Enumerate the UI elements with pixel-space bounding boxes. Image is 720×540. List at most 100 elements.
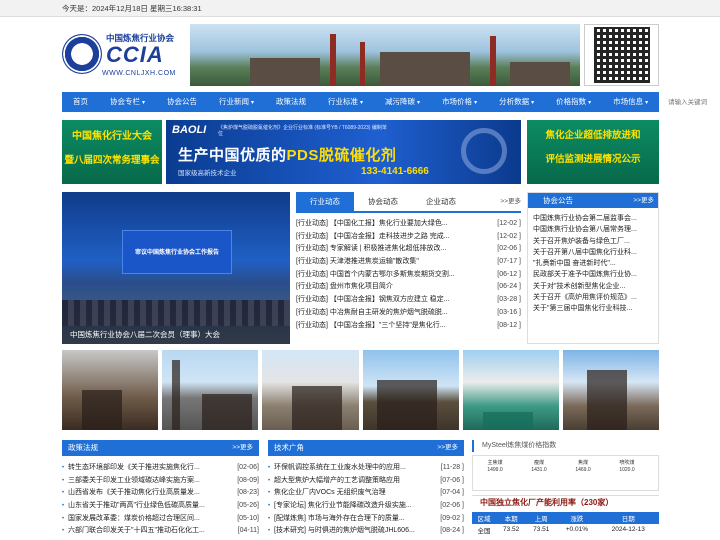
nav-item-association[interactable]: 协会专栏 ▾ [99, 92, 156, 112]
list-item[interactable]: • 山东省关于推动"两高"行业绿色低碳高质量... [05-26] [62, 500, 259, 513]
nav-item-policy[interactable]: 政策法规 [265, 92, 317, 112]
section-title: 政策法规 >>更多 [62, 440, 259, 456]
price-cell: 焦煤 1469.0 [575, 460, 591, 473]
list-item[interactable]: [行业动态] 【中国冶金报】"三个坚持"是焦化行... [08-12 ] [296, 320, 521, 333]
nav-item-notices[interactable]: 协会公告 [156, 92, 208, 112]
ad-subtitle: 《焦炉煤气脱硫脱氰催化剂》企业行业标准 (标准号YB / T6089-2023)… [218, 125, 387, 137]
list-item[interactable]: 中国炼焦行业协会第八届常务理... [533, 224, 653, 235]
plant-photo[interactable] [362, 350, 459, 430]
list-item[interactable]: 民政部关于准予中国炼焦行业协... [533, 269, 653, 280]
list-item[interactable]: • 超大型焦炉大幅增产的工艺调整策略应用 [07-06 ] [268, 475, 464, 488]
banner-right-line1: 焦化企业超低排放进和 [545, 130, 641, 141]
policy-more-link[interactable]: >>更多 [232, 440, 253, 456]
notice-list: 中国炼焦行业协会第二届监事会... 中国炼焦行业协会第八届常务理... 关于召开… [528, 208, 658, 315]
plant-photo[interactable] [62, 350, 159, 430]
list-item[interactable]: • 焦化企业厂内VOCs 无组织废气治理 [07-04 ] [268, 487, 464, 500]
list-item[interactable]: • [配煤炼焦] 市场与海外存在合理下的质量... [09-02 ] [268, 513, 464, 526]
plant-photo[interactable] [562, 350, 660, 430]
chevron-down-icon: ▾ [474, 100, 478, 106]
list-item[interactable]: • 国家发展改革委：煤炭价格超过合理区间... [05-10] [62, 513, 259, 526]
nav-item-price-index[interactable]: 价格指数 ▾ [545, 92, 602, 112]
news-more-link[interactable]: >>更多 [500, 192, 521, 211]
header-industrial-photo [190, 24, 580, 86]
chevron-down-icon: ▾ [360, 100, 364, 106]
list-item[interactable]: [行业动态] 天津港推进焦炭运输"散改集" [07-17 ] [296, 256, 521, 269]
hero-slideshow[interactable]: 审议中国炼焦行业协会工作报告 中国炼焦行业协会八届二次会员（理事）大会 [62, 192, 290, 344]
plant-photo[interactable] [262, 350, 359, 430]
list-item[interactable]: • 转生态环境部印发《关于推进实施焦化行... [02-06] [62, 462, 259, 475]
price-panel: MySteel炼焦煤价格指数 主焦煤 1499.0 瘦煤 1431.0 焦煤 1469… [472, 440, 659, 540]
list-item[interactable]: 关于召开第八届中国焦化行业科... [533, 247, 653, 258]
list-item[interactable]: [行业动态] 【中国化工报】焦化行业要加大绿色... [12-02 ] [296, 218, 521, 231]
table-header: 日期 [597, 512, 659, 524]
association-notice-panel: 协会公告 >>更多 中国炼焦行业协会第二届监事会... 中国炼焦行业协会第八届常… [527, 192, 659, 344]
section-title: 协会公告 >>更多 [528, 193, 658, 208]
chevron-down-icon: ▾ [142, 100, 146, 106]
list-item[interactable]: [行业动态] 【中国冶金报】钢焦双方应建立 稳定... [03-28 ] [296, 294, 521, 307]
news-list: [行业动态] 【中国化工报】焦化行业要加大绿色... [12-02 ] [行业动态… [296, 213, 521, 332]
hero-caption[interactable]: 中国炼焦行业协会八届二次会员（理事）大会 [62, 326, 290, 344]
list-item[interactable]: • [技术研究] 与时俱进的焦炉烟气脱硫JHL606... [08-24 ] [268, 525, 464, 538]
list-item[interactable]: 关于对"技术创新型焦化企业... [533, 281, 653, 292]
list-item[interactable]: • 六部门联合印发关于"十四五"推动石化化工... [04-11] [62, 525, 259, 538]
news-tabs-panel: 行业动态 协会动态 企业动态 >>更多 [行业动态] 【中国化工报】焦化行业要加… [296, 192, 521, 344]
ad-brand: BAOLI [172, 124, 207, 136]
table-row: 全国 73.52 73.51 +0.01% 2024-12-13 [477, 526, 645, 535]
price-cell: 喷吹煤 1020.0 [619, 460, 635, 473]
tab-company-news[interactable]: 企业动态 [412, 192, 470, 211]
list-item[interactable]: [行业动态] 盘州市焦化项目简介 [06-24 ] [296, 281, 521, 294]
list-item[interactable]: [行业动态] 中冶焦耐自主研发的焦炉烟气脱硫脱... [03-16 ] [296, 307, 521, 320]
tab-industry-news[interactable]: 行业动态 [296, 192, 354, 211]
hero-audience [62, 300, 290, 326]
hero-stage-screen: 审议中国炼焦行业协会工作报告 [122, 230, 232, 274]
price-widget-title: MySteel炼焦煤价格指数 [472, 440, 659, 452]
nav-item-industry-news[interactable]: 行业新闻 ▾ [208, 92, 265, 112]
tab-association-news[interactable]: 协会动态 [354, 192, 412, 211]
price-cell: 主焦煤 1499.0 [487, 460, 503, 473]
site-logo[interactable]: 中国炼焦行业协会 CCIA WWW.CNLJXH.COM [62, 30, 186, 82]
list-item[interactable]: 关于召开焦炉装备与绿色工厂... [533, 236, 653, 247]
list-item[interactable]: • [专家论坛] 焦化行业节能降碳改造升级实施... [02-06 ] [268, 500, 464, 513]
notice-more-link[interactable]: >>更多 [633, 193, 654, 208]
utilization-table: 区域 本期 上周 涨跌 日期 全国 73.52 73.51 +0.01% 202… [472, 512, 659, 535]
date-text: 今天是：2024年12月18日 星期三16:38:31 [62, 4, 202, 13]
list-item[interactable]: [行业动态] 【中国冶金报】走科技进步之路 完成... [12-02 ] [296, 231, 521, 244]
nav-item-market-info[interactable]: 市场信息 ▾ [602, 92, 659, 112]
ad-tagline: 国家级高新技术企业 [178, 170, 237, 177]
banner-left-line2: 暨八届四次常务理事会 [64, 155, 160, 166]
chevron-down-icon: ▾ [417, 100, 421, 106]
policy-list: • 转生态环境部印发《关于推进实施焦化行... [02-06] • 三部委关于印发工业… [62, 456, 259, 538]
policy-column: 政策法规 >>更多 • 转生态环境部印发《关于推进实施焦化行... [02-06] … [62, 440, 259, 538]
logo-url: WWW.CNLJXH.COM [102, 70, 176, 77]
section-title: 技术广角 >>更多 [268, 440, 464, 456]
list-item[interactable]: 中国炼焦行业协会第二届监事会... [533, 213, 653, 224]
plant-photo[interactable] [462, 350, 559, 430]
banner-industry-conference[interactable]: 中国焦化行业大会 暨八届四次常务理事会 [62, 120, 162, 184]
banner-ultra-low-emission[interactable]: 焦化企业超低排放进和 评估监测进展情况公示 [527, 120, 659, 184]
list-item[interactable]: • 山西省发布《关于推动焦化行业高质量发... [08-23] [62, 487, 259, 500]
list-item[interactable]: • 环保帆调控系统在工业废水处理中的应用... [11-28 ] [268, 462, 464, 475]
list-item[interactable]: [行业动态] 专家解读 | 积极推进焦化超低排放改... [02-06 ] [296, 243, 521, 256]
plant-photo[interactable] [162, 350, 259, 430]
nav-item-emissions[interactable]: 减污降碳 ▾ [374, 92, 431, 112]
association-seal-icon [62, 34, 102, 74]
nav-item-standards[interactable]: 行业标准 ▾ [317, 92, 374, 112]
tech-more-link[interactable]: >>更多 [437, 440, 458, 456]
search-input[interactable] [665, 95, 720, 109]
list-item[interactable]: 关于召开《高炉用焦评价规范》... [533, 292, 653, 303]
list-item[interactable]: "扎赉新中国 奋进新时代"... [533, 258, 653, 269]
banner-pds-catalyst-ad[interactable]: BAOLI 《焦炉煤气脱硫脱氰催化剂》企业行业标准 (标准号YB / T6089… [166, 120, 521, 184]
site-header: 中国炼焦行业协会 CCIA WWW.CNLJXH.COM [62, 20, 659, 88]
list-item[interactable]: • 三部委关于印发工业领域碳达峰实施方案... [08-09] [62, 475, 259, 488]
nav-item-home[interactable]: 首页 [62, 92, 99, 112]
list-item[interactable]: [行业动态] 中国首个内蒙古鄂尔多斯焦炭期货交割... [06-12 ] [296, 269, 521, 282]
price-index-widget[interactable]: 主焦煤 1499.0 瘦煤 1431.0 焦煤 1469.0 喷吹煤 1020.0 [472, 455, 659, 491]
qr-code [584, 24, 659, 86]
price-cell: 瘦煤 1431.0 [531, 460, 547, 473]
chevron-down-icon: ▾ [588, 100, 592, 106]
main-nav: 首页 协会专栏 ▾ 协会公告 行业新闻 ▾ 政策法规 行业标准 ▾ 减污降碳 ▾ 市场价… [62, 92, 720, 112]
nav-item-analysis[interactable]: 分析数据 ▾ [488, 92, 545, 112]
list-item[interactable]: 关于"第三届中国焦化行业科技... [533, 303, 653, 314]
nav-item-market-price[interactable]: 市场价格 ▾ [431, 92, 488, 112]
chevron-down-icon: ▾ [531, 100, 535, 106]
